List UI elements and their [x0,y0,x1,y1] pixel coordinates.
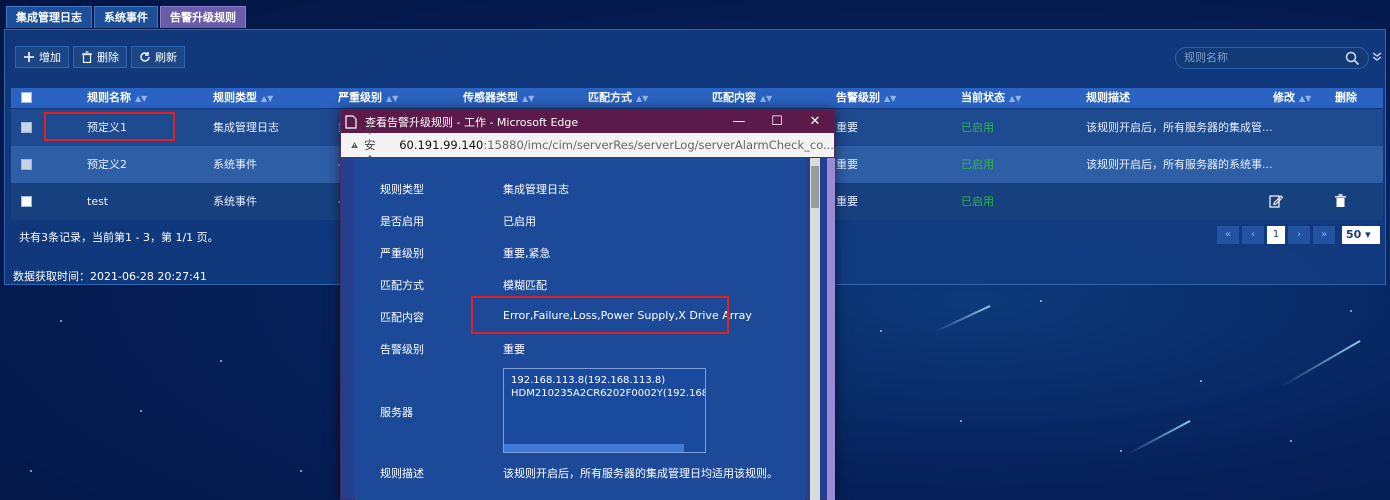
server-list[interactable]: 192.168.113.8(192.168.113.8) HDM210235A2… [503,368,706,453]
search-box [1175,47,1369,69]
rule-type: 集成管理日志 [213,121,279,134]
data-fetch-time: 数据获取时间：2021-06-28 20:27:41 [13,270,207,283]
refresh-button[interactable]: 刷新 [131,46,185,68]
rule-description: 该规则开启后，所有服务器的集成管... [1086,121,1273,134]
alarm-level: 重要 [836,121,858,134]
tab-integrated-log[interactable]: 集成管理日志 [6,6,92,28]
page-size-select[interactable]: 50 ▾ [1342,226,1380,244]
document-icon [345,114,357,129]
column-header[interactable]: 告警级别 ▲▼ [836,88,896,108]
server-item: HDM210235A2CR6202F0002Y(192.168.11 [511,388,706,399]
row-checkbox[interactable] [21,122,32,133]
refresh-icon [140,52,150,62]
horizontal-scrollbar[interactable] [504,444,684,452]
close-icon[interactable]: ✕ [796,114,834,129]
url-host: 60.191.99.140 [399,138,484,152]
plus-icon [24,52,34,62]
column-header[interactable]: 当前状态 ▲▼ [961,88,1021,108]
status: 已启用 [961,158,994,171]
first-page-button[interactable]: « [1217,226,1239,244]
highlight-box [44,112,175,141]
next-page-button[interactable]: › [1288,226,1310,244]
rule-name[interactable]: 预定义2 [87,146,127,183]
column-header[interactable]: 匹配方式 ▲▼ [588,88,648,108]
vertical-scrollbar[interactable] [810,158,820,500]
column-header[interactable]: 严重级别 ▲▼ [338,88,398,108]
tab-system-events[interactable]: 系统事件 [94,6,158,28]
current-page[interactable]: 1 [1267,226,1285,244]
table-header: 规则名称 ▲▼ 规则类型 ▲▼ 严重级别 ▲▼ 传感器类型 ▲▼ 匹配方式 ▲▼ 匹配内容… [11,88,1383,108]
window-edge [827,158,835,500]
last-page-button[interactable]: » [1313,226,1335,244]
scroll-thumb[interactable] [811,166,819,208]
address-bar[interactable]: 不安全 60.191.99.140 :15880/imc/cim/serverR… [341,122,834,168]
trash-icon [82,51,92,63]
search-input[interactable] [1184,52,1334,64]
rule-detail-window: 查看告警升级规则 - 工作 - Microsoft Edge — ☐ ✕ 不安全… [340,109,835,500]
refresh-label: 刷新 [155,51,177,64]
status: 已启用 [961,195,994,208]
delete-button[interactable]: 删除 [73,46,127,68]
record-summary: 共有3条记录，当前第1 - 3，第 1/1 页。 [19,231,219,244]
select-all-checkbox[interactable] [21,92,32,103]
toolbar: 增加 删除 刷新 [15,46,185,68]
window-titlebar: 查看告警升级规则 - 工作 - Microsoft Edge — ☐ ✕ [341,110,834,133]
column-header[interactable]: 规则类型 ▲▼ [213,88,273,108]
column-header[interactable]: 匹配内容 ▲▼ [712,88,772,108]
delete-label: 删除 [97,51,119,64]
rule-name[interactable]: test [87,183,108,220]
rule-detail-form: 规则类型 集成管理日志 是否启用 已启用 严重级别 重要,紧急 匹配方式 模糊匹配 匹配… [355,158,805,500]
rule-description: 该规则开启后，所有服务器的系统事... [1086,158,1273,171]
prev-page-button[interactable]: ‹ [1242,226,1264,244]
minimize-icon[interactable]: — [720,114,758,129]
alarm-level: 重要 [836,158,858,171]
edit-icon[interactable] [1269,194,1283,208]
row-checkbox[interactable] [21,196,32,207]
column-header[interactable]: 修改 ▲▼ [1273,88,1311,108]
tab-bar: 集成管理日志 系统事件 告警升级规则 [0,0,1390,30]
highlight-box [471,296,729,334]
column-header[interactable]: 传感器类型 ▲▼ [463,88,534,108]
warning-icon [351,141,358,149]
row-checkbox[interactable] [21,159,32,170]
pagination: « ‹ 1 › » 50 ▾ [1217,226,1380,244]
add-button[interactable]: 增加 [15,46,69,68]
status: 已启用 [961,121,994,134]
rule-type: 系统事件 [213,158,257,171]
column-header: 删除 [1335,91,1357,104]
trash-icon[interactable] [1334,194,1347,208]
alarm-level: 重要 [836,195,858,208]
url-path: :15880/imc/cim/serverRes/serverLog/serve… [483,138,834,152]
rule-type: 系统事件 [213,195,257,208]
server-item: 192.168.113.8(192.168.113.8) [511,375,666,386]
tab-alarm-escalation-rules[interactable]: 告警升级规则 [160,6,246,28]
window-title: 查看告警升级规则 - 工作 - Microsoft Edge [365,115,579,129]
column-header: 规则描述 [1086,91,1130,104]
search-icon[interactable] [1345,51,1360,66]
column-header[interactable]: 规则名称 ▲▼ [87,88,147,108]
maximize-icon[interactable]: ☐ [758,114,796,129]
add-label: 增加 [39,51,61,64]
chevron-double-down-icon[interactable] [1372,52,1382,62]
